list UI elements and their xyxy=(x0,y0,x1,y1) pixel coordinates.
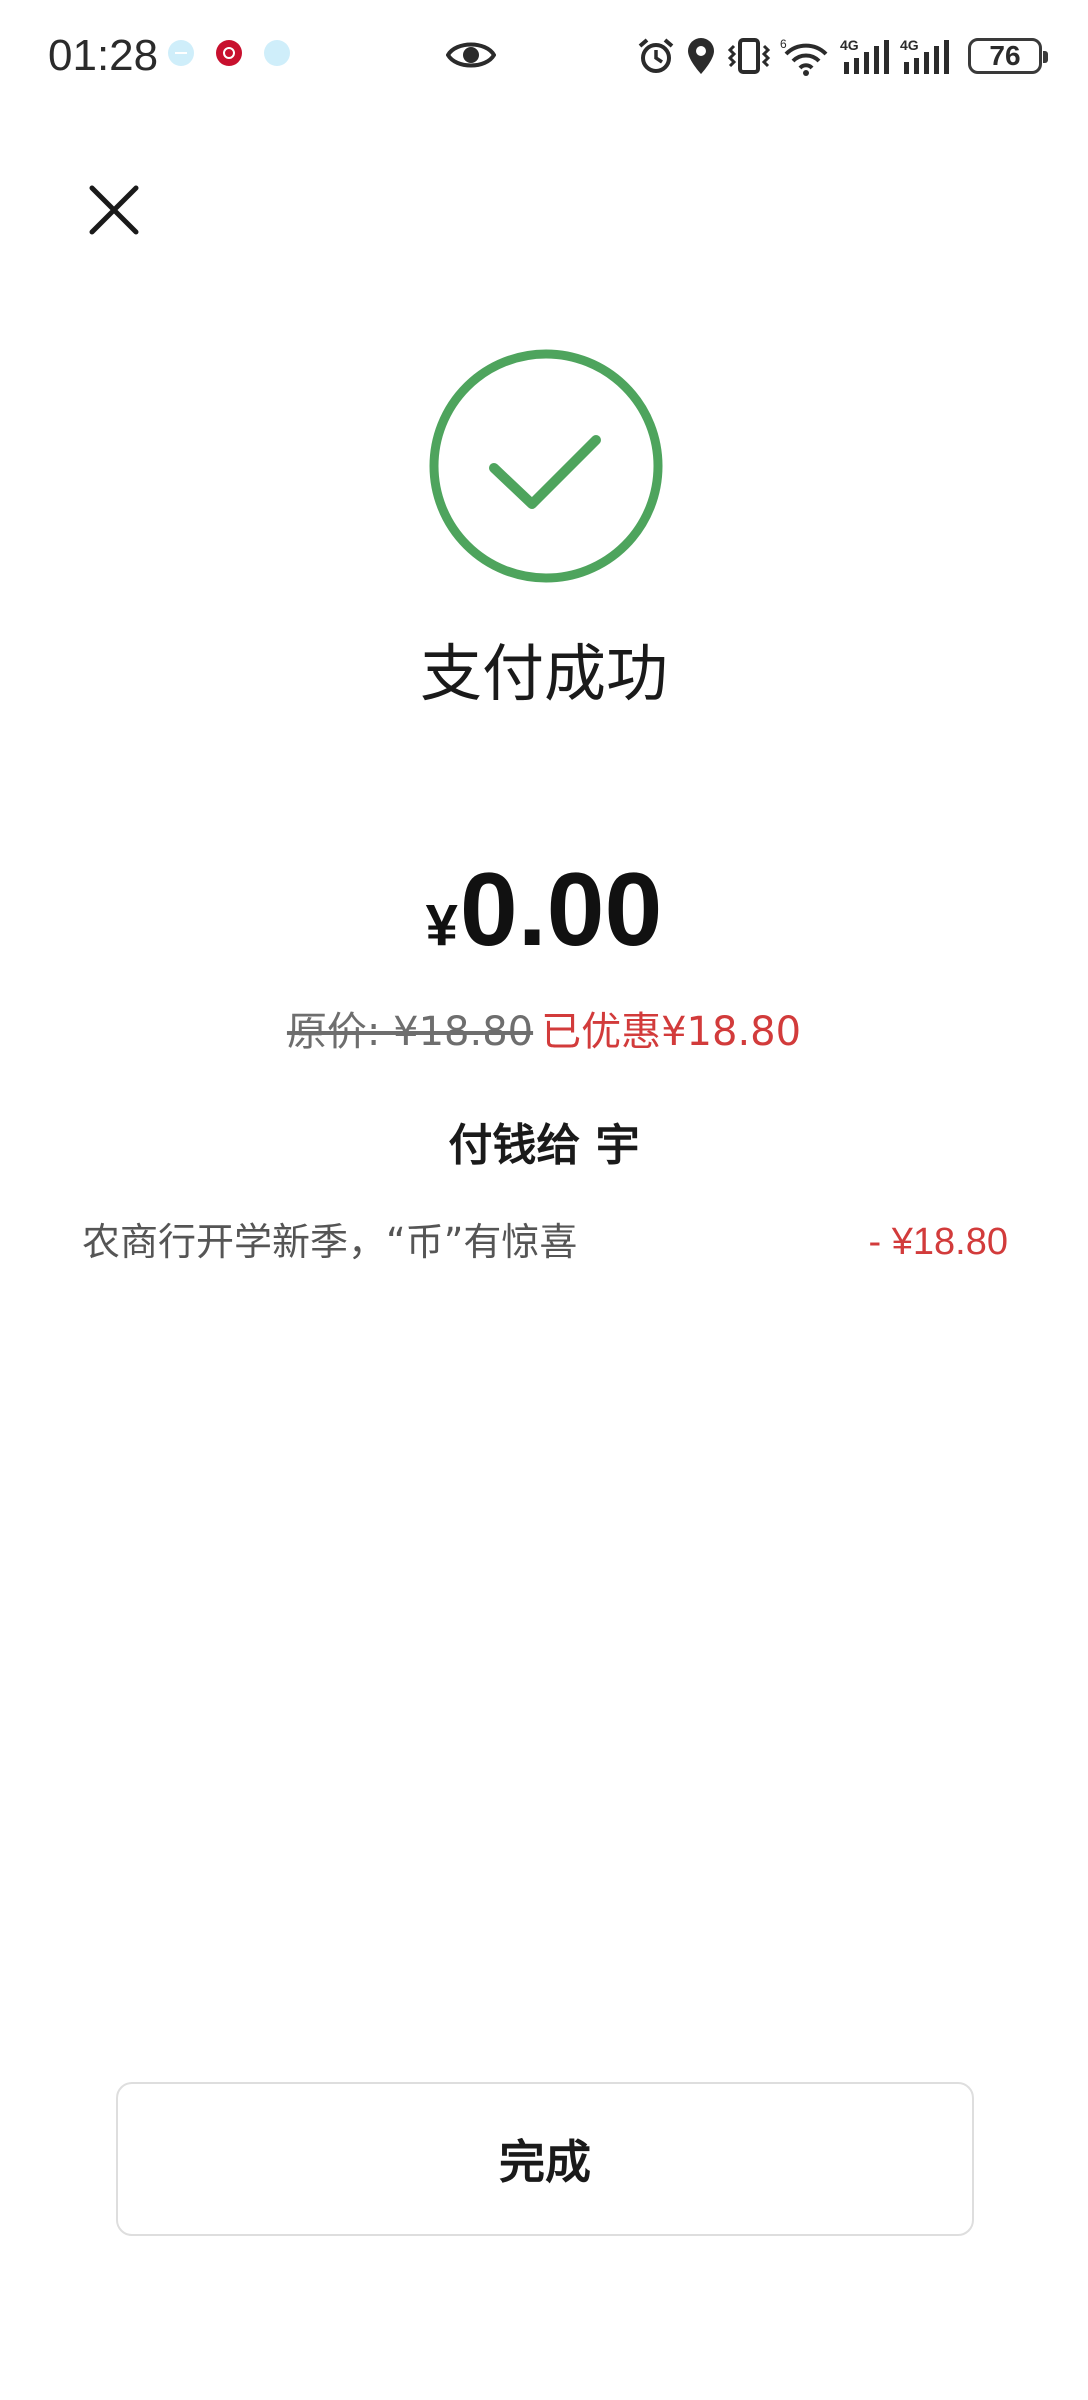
done-button[interactable]: 完成 xyxy=(116,2082,974,2236)
svg-text:4G: 4G xyxy=(840,37,859,53)
currency-symbol: ¥ xyxy=(425,893,458,958)
promotion-row: 农商行开学新季，“币”有惊喜 - ¥18.80 xyxy=(82,1212,1008,1272)
amount-value: 0.00 xyxy=(459,852,663,968)
wifi-icon: 6 xyxy=(780,37,828,76)
check-circle-icon xyxy=(428,348,664,584)
signal-4g-icon: 4G xyxy=(840,37,889,74)
globe-icon xyxy=(264,40,290,66)
vibrate-icon xyxy=(727,38,771,74)
svg-text:6: 6 xyxy=(780,37,787,51)
close-button[interactable] xyxy=(82,178,146,242)
signal-4g-icon: 4G xyxy=(900,37,949,74)
location-icon xyxy=(688,38,714,74)
discount-amount: 已优惠¥18.80 xyxy=(541,1009,802,1055)
promotion-amount: - ¥18.80 xyxy=(868,1221,1008,1263)
price-info: 原价: ¥18.80 已优惠¥18.80 xyxy=(0,1004,1088,1060)
svg-text:4G: 4G xyxy=(900,37,919,53)
original-price: 原价: ¥18.80 xyxy=(286,1009,534,1055)
status-app-icons xyxy=(168,40,290,66)
status-indicators: 6 4G 4G 76 xyxy=(636,30,1048,82)
paid-amount: ¥0.00 xyxy=(0,850,1088,970)
done-button-label: 完成 xyxy=(499,2135,591,2189)
circle-minus-icon xyxy=(168,40,194,66)
payee-label: 付钱给 宇 xyxy=(448,1120,640,1171)
close-icon xyxy=(89,185,139,235)
promotion-name: 农商行开学新季，“币”有惊喜 xyxy=(82,1220,578,1264)
eye-icon xyxy=(445,36,497,78)
battery-indicator: 76 xyxy=(968,38,1048,74)
payment-success-title: 支付成功 xyxy=(419,637,668,710)
alarm-icon xyxy=(638,38,674,73)
bank-icon xyxy=(216,40,242,66)
status-time: 01:28 xyxy=(48,31,159,80)
battery-level: 76 xyxy=(989,40,1021,71)
status-bar: 01:28 6 4G 4G 76 xyxy=(0,0,1088,110)
